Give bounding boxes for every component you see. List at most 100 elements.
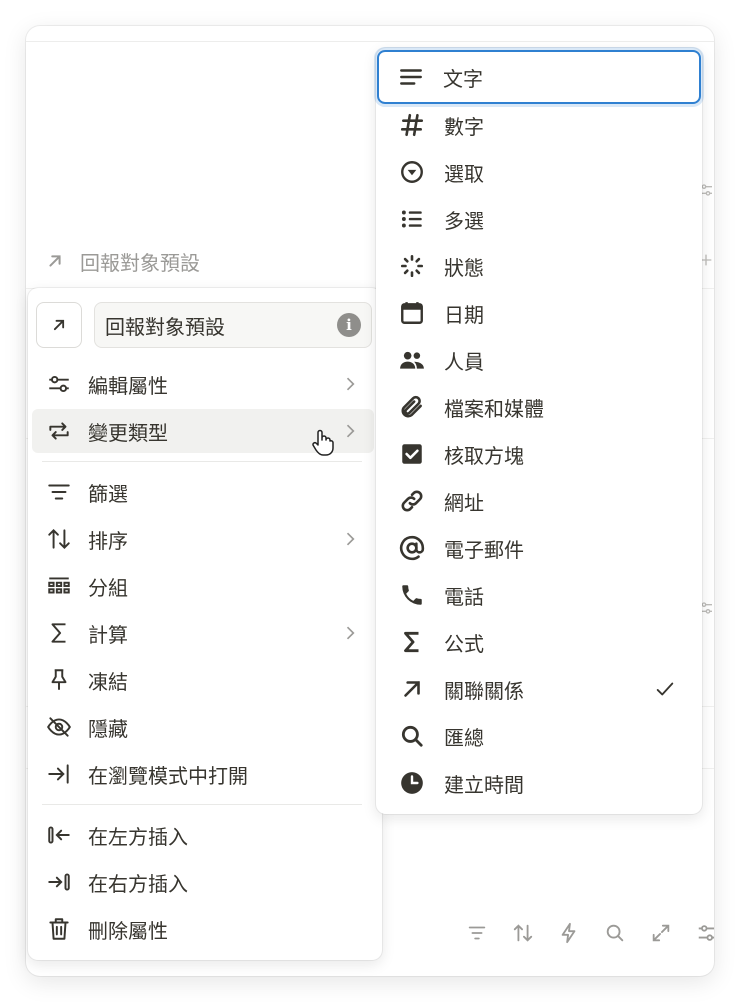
at-icon	[398, 534, 426, 562]
type-item-relation[interactable]: 關聯關係	[380, 668, 698, 710]
type-item-label: 網址	[444, 490, 484, 515]
eye-off-icon	[44, 712, 74, 742]
menu-item-edit-property[interactable]: 編輯屬性	[32, 362, 374, 406]
chevron-right-icon	[346, 626, 355, 640]
link-icon	[398, 487, 426, 515]
type-item-label: 選取	[444, 161, 484, 186]
column-header[interactable]: 回報對象預設	[44, 244, 200, 278]
type-item-url[interactable]: 網址	[380, 480, 698, 522]
sort-icon[interactable]	[512, 922, 534, 944]
chevron-right-icon	[346, 424, 355, 438]
menu-item-delete-property[interactable]: 刪除屬性	[32, 907, 374, 951]
lightning-icon[interactable]	[558, 922, 580, 944]
property-menu: 回報對象預設 i 編輯屬性 變更類型 篩選 排序 分組 計算 凍結 隱藏 在瀏覽…	[28, 288, 382, 960]
menu-divider	[42, 461, 362, 462]
insert-right-icon	[44, 867, 74, 897]
calendar-icon	[398, 299, 426, 327]
type-item-label: 人員	[444, 349, 484, 374]
type-item-number[interactable]: 數字	[380, 104, 698, 146]
menu-item-label: 篩選	[88, 481, 128, 506]
type-item-files-media[interactable]: 檔案和媒體	[380, 386, 698, 428]
menu-item-label: 隱藏	[88, 716, 128, 741]
type-item-label: 電話	[444, 584, 484, 609]
type-item-date[interactable]: 日期	[380, 292, 698, 334]
table-top-border	[26, 41, 714, 42]
type-item-label: 狀態	[444, 255, 484, 280]
type-item-created-time[interactable]: 建立時間	[380, 762, 698, 804]
hand-cursor-icon	[312, 429, 334, 456]
menu-item-label: 凍結	[88, 669, 128, 694]
type-item-text[interactable]: 文字	[377, 50, 701, 104]
filter-icon	[44, 477, 74, 507]
property-name-input[interactable]: 回報對象預設 i	[94, 302, 372, 348]
type-item-phone[interactable]: 電話	[380, 574, 698, 616]
sliders-icon	[44, 369, 74, 399]
sigma-icon	[44, 618, 74, 648]
type-item-label: 電子郵件	[444, 537, 524, 562]
status-icon	[398, 252, 426, 280]
menu-item-sort[interactable]: 排序	[32, 517, 374, 561]
menu-item-filter[interactable]: 篩選	[32, 470, 374, 514]
paperclip-icon	[398, 393, 426, 421]
menu-item-group[interactable]: 分組	[32, 564, 374, 608]
property-name-row: 回報對象預設 i	[36, 302, 372, 350]
menu-item-calculate[interactable]: 計算	[32, 611, 374, 655]
menu-divider	[42, 804, 362, 805]
search-icon	[398, 722, 426, 750]
change-type-icon	[44, 416, 74, 446]
menu-item-insert-right[interactable]: 在右方插入	[32, 860, 374, 904]
type-item-email[interactable]: 電子郵件	[380, 527, 698, 569]
trash-icon	[44, 914, 74, 944]
chevron-right-icon	[346, 532, 355, 546]
people-icon	[398, 346, 426, 374]
property-name-value: 回報對象預設	[105, 314, 225, 339]
menu-item-freeze[interactable]: 凍結	[32, 658, 374, 702]
menu-item-label: 分組	[88, 575, 128, 600]
clock-icon	[398, 769, 426, 797]
sliders-icon[interactable]	[696, 922, 714, 944]
column-header-label: 回報對象預設	[80, 250, 200, 275]
search-icon[interactable]	[604, 922, 626, 944]
expand-icon[interactable]	[650, 922, 672, 944]
type-item-label: 文字	[443, 66, 483, 91]
menu-item-label: 刪除屬性	[88, 918, 168, 943]
type-item-checkbox[interactable]: 核取方塊	[380, 433, 698, 475]
property-type-button[interactable]	[36, 302, 82, 348]
sort-icon	[44, 524, 74, 554]
open-browse-icon	[44, 759, 74, 789]
list-icon	[398, 205, 426, 233]
arrow-up-right-icon	[53, 319, 65, 331]
type-item-status[interactable]: 狀態	[380, 245, 698, 287]
type-item-label: 多選	[444, 208, 484, 233]
type-item-select[interactable]: 選取	[380, 151, 698, 193]
hash-icon	[398, 111, 426, 139]
menu-item-label: 排序	[88, 528, 128, 553]
menu-item-label: 編輯屬性	[88, 373, 168, 398]
filter-icon[interactable]	[466, 922, 488, 944]
checkmark-icon	[656, 682, 674, 696]
menu-item-label: 計算	[88, 622, 128, 647]
type-item-label: 匯總	[444, 725, 484, 750]
type-item-label: 檔案和媒體	[444, 396, 544, 421]
checkbox-icon	[398, 440, 426, 468]
menu-item-open-browse[interactable]: 在瀏覽模式中打開	[32, 752, 374, 796]
type-item-label: 核取方塊	[444, 443, 524, 468]
info-icon[interactable]: i	[337, 313, 361, 337]
select-icon	[398, 158, 426, 186]
menu-item-insert-left[interactable]: 在左方插入	[32, 813, 374, 857]
type-item-people[interactable]: 人員	[380, 339, 698, 381]
pin-icon	[44, 665, 74, 695]
bottom-toolbar	[466, 922, 714, 944]
type-item-label: 數字	[444, 114, 484, 139]
type-item-label: 關聯關係	[444, 678, 524, 703]
text-icon	[397, 63, 425, 91]
chevron-right-icon	[346, 377, 355, 391]
menu-item-hide[interactable]: 隱藏	[32, 705, 374, 749]
type-item-multi-select[interactable]: 多選	[380, 198, 698, 240]
arrow-up-right-icon	[49, 255, 61, 267]
type-item-rollup[interactable]: 匯總	[380, 715, 698, 757]
type-item-formula[interactable]: 公式	[380, 621, 698, 663]
arrow-up-right-icon	[398, 675, 426, 703]
menu-item-label: 在右方插入	[88, 871, 188, 896]
property-type-menu: 文字 數字 選取 多選 狀態 日期 人員 檔案和媒體 核取方塊 網址 電子郵件	[376, 48, 702, 814]
